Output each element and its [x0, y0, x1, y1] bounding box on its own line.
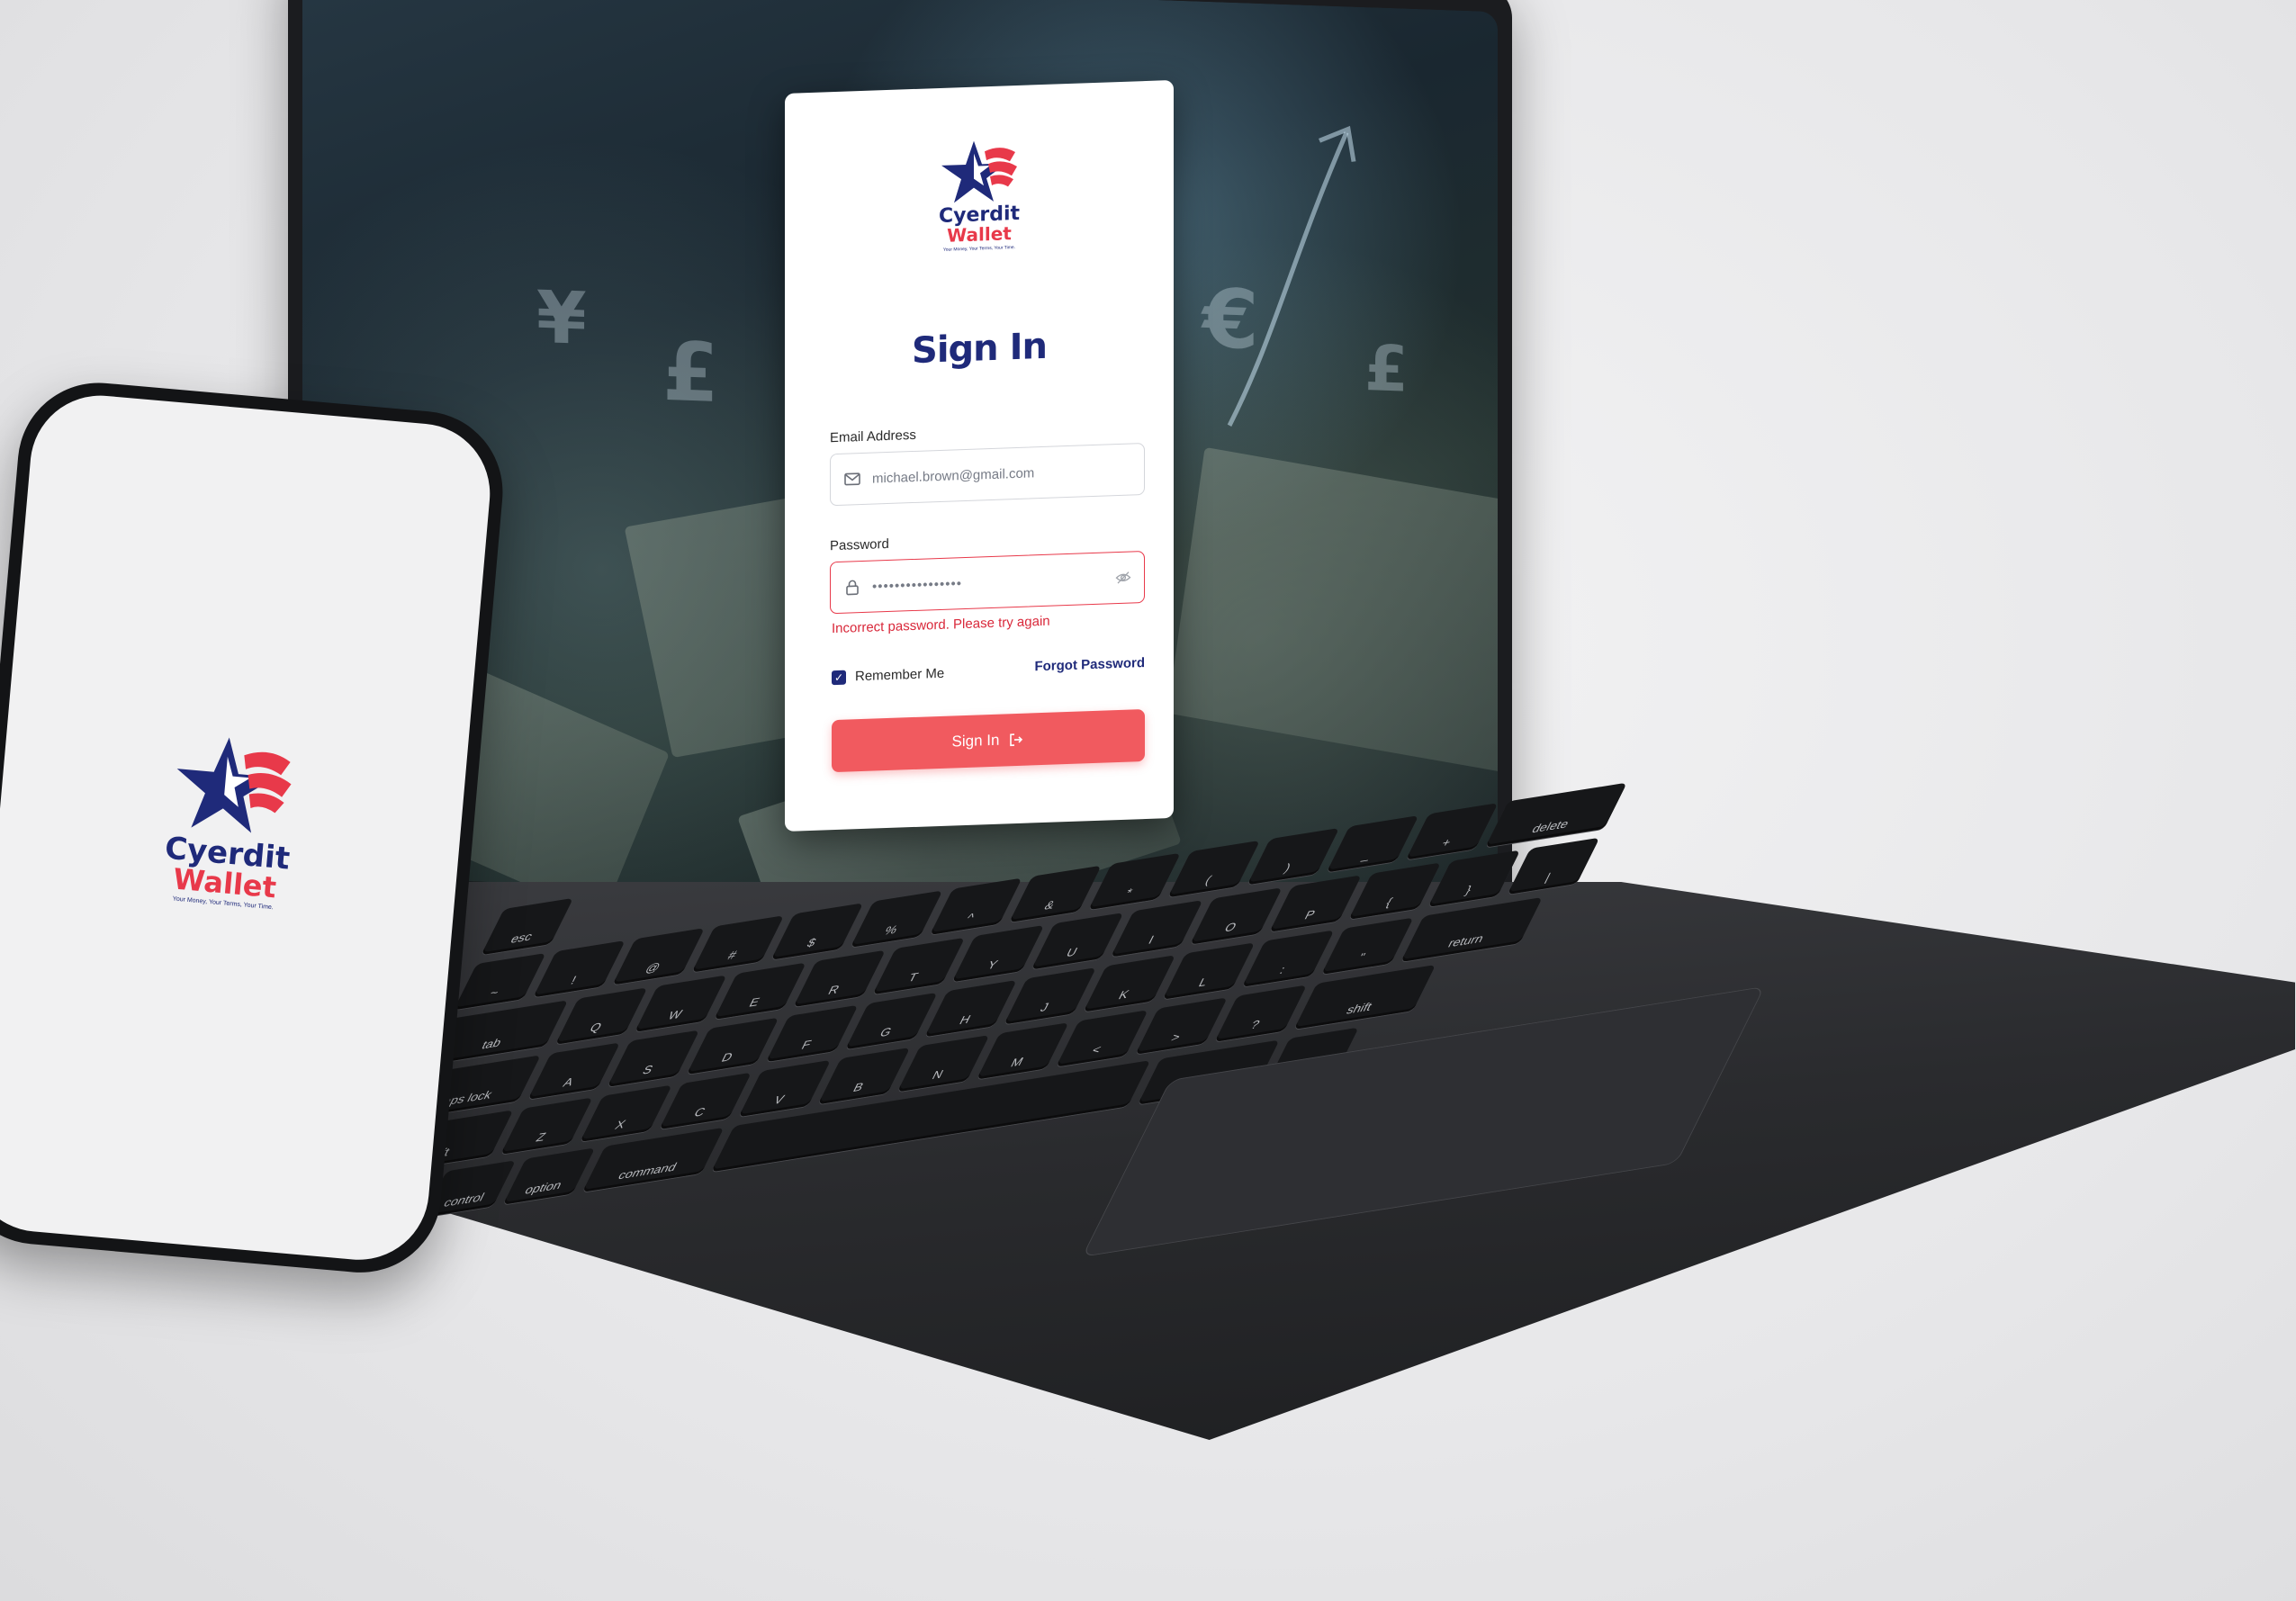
- key: option: [502, 1147, 596, 1205]
- key: M: [976, 1022, 1069, 1080]
- pound-symbol-icon: £: [662, 324, 719, 421]
- key: A: [527, 1042, 621, 1100]
- key: U: [1031, 913, 1124, 970]
- signin-card: Cyerdit Wallet Your Money, Your Terms, Y…: [785, 79, 1174, 832]
- key: Z: [500, 1097, 593, 1155]
- key: D: [686, 1017, 779, 1075]
- key: ?: [1214, 985, 1308, 1042]
- email-field[interactable]: michael.brown@gmail.com: [830, 443, 1145, 507]
- remember-me-checkbox[interactable]: ✓ Remember Me: [832, 666, 944, 685]
- key: B: [817, 1047, 911, 1105]
- brand-logo: Cyerdit Wallet Your Money, Your Terms, Y…: [785, 130, 1174, 258]
- forgot-password-link[interactable]: Forgot Password: [1034, 655, 1145, 674]
- phone-splash-screen: Cyerdit Wallet Your Money, Your Terms, Y…: [0, 390, 496, 1266]
- sign-in-button-label: Sign In: [951, 731, 1000, 751]
- key: X: [580, 1084, 672, 1142]
- key: !: [533, 940, 626, 998]
- key: W: [635, 975, 727, 1032]
- key: I: [1110, 900, 1203, 958]
- password-error-message: Incorrect password. Please try again: [832, 613, 1050, 637]
- key: ": [1321, 917, 1414, 975]
- key: Q: [554, 987, 648, 1045]
- key: F: [765, 1004, 859, 1063]
- star-flag-logo-icon: [941, 140, 1017, 203]
- login-arrow-icon: [1010, 733, 1023, 747]
- pound-symbol-icon: £: [1364, 331, 1409, 407]
- email-label: Email Address: [830, 427, 916, 446]
- key: C: [659, 1072, 752, 1130]
- key: {: [1348, 862, 1442, 920]
- key: E: [714, 962, 806, 1020]
- key: _: [1326, 815, 1419, 873]
- key: +: [1405, 803, 1499, 860]
- key: V: [738, 1059, 832, 1118]
- key: H: [924, 979, 1017, 1038]
- phone-device: Cyerdit Wallet Your Money, Your Terms, Y…: [0, 376, 509, 1280]
- remember-me-label: Remember Me: [855, 665, 945, 685]
- key: K: [1083, 955, 1176, 1012]
- lock-icon: [846, 580, 859, 596]
- key: }: [1427, 850, 1521, 907]
- checkbox-checked-icon[interactable]: ✓: [832, 670, 846, 685]
- key: O: [1190, 887, 1283, 945]
- banknote-image: [1166, 446, 1498, 773]
- key: R: [793, 949, 887, 1008]
- password-label: Password: [830, 535, 889, 554]
- key: Y: [951, 924, 1045, 983]
- email-value: michael.brown@gmail.com: [872, 464, 1035, 487]
- key: S: [607, 1030, 700, 1087]
- key: &: [1009, 865, 1102, 923]
- key: #: [691, 915, 785, 973]
- key: %: [850, 890, 943, 948]
- phone-brand-logo: Cyerdit Wallet Your Money, Your Terms, Y…: [0, 713, 467, 927]
- star-flag-logo-icon: [176, 737, 292, 833]
- key: L: [1162, 942, 1256, 1000]
- password-value: ••••••••••••••••: [872, 575, 963, 595]
- password-field[interactable]: ••••••••••••••••: [830, 551, 1145, 615]
- trend-arrow-icon: [1227, 125, 1356, 427]
- mail-icon: [844, 472, 860, 486]
- key: ^: [929, 877, 1022, 935]
- key: T: [872, 937, 966, 995]
- key: ): [1247, 827, 1340, 886]
- key: P: [1269, 875, 1362, 932]
- key: $: [770, 903, 864, 960]
- yen-symbol-icon: ¥: [536, 274, 587, 361]
- eye-off-icon[interactable]: [1115, 570, 1131, 587]
- page-title: Sign In: [912, 325, 1047, 373]
- key: (: [1167, 840, 1261, 898]
- key: :: [1241, 930, 1335, 987]
- key: @: [612, 928, 706, 985]
- key: |: [1507, 837, 1600, 895]
- key: N: [896, 1035, 990, 1093]
- key: >: [1135, 997, 1228, 1055]
- key: *: [1088, 852, 1181, 911]
- key: J: [1004, 967, 1097, 1025]
- key: <: [1056, 1010, 1148, 1067]
- key: G: [845, 992, 938, 1050]
- sign-in-button[interactable]: Sign In: [832, 709, 1145, 773]
